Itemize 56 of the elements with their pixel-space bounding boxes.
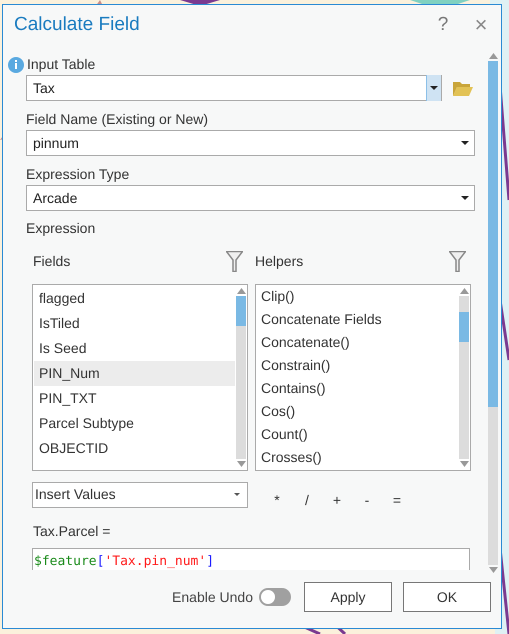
- scrollbar-thumb[interactable]: [488, 61, 498, 407]
- helper-item[interactable]: Concatenate(): [261, 331, 458, 354]
- operator-button[interactable]: +: [322, 490, 352, 511]
- dropdown-button[interactable]: [426, 75, 441, 101]
- operator-button[interactable]: =: [382, 490, 412, 511]
- field-item[interactable]: Parcel Subtype: [34, 411, 235, 436]
- field-label: Field Name (Existing or New): [26, 110, 210, 128]
- field-item[interactable]: PIN_TXT: [34, 386, 235, 411]
- helper-item[interactable]: Clip(): [261, 285, 458, 308]
- dialog-button[interactable]: Apply: [304, 582, 392, 612]
- helper-item[interactable]: Cos(): [261, 400, 458, 423]
- caret-icon: [461, 196, 469, 200]
- scroll-up-icon[interactable]: [460, 288, 468, 294]
- scroll-up-icon[interactable]: [488, 53, 498, 59]
- filter-icon[interactable]: [449, 250, 466, 272]
- field-item[interactable]: OBJECTID: [34, 436, 235, 461]
- enable-undo-toggle[interactable]: [259, 588, 291, 606]
- folder-icon[interactable]: [453, 80, 473, 96]
- input-table-combobox[interactable]: Tax: [26, 75, 442, 101]
- scrollbar-thumb[interactable]: [459, 312, 469, 342]
- window-title: Calculate Field: [14, 12, 140, 37]
- helper-item[interactable]: Count(): [261, 423, 458, 446]
- caret-icon: [430, 86, 438, 90]
- helper-item[interactable]: Concatenate Fields: [261, 308, 458, 331]
- info-icon: [8, 57, 24, 73]
- panel-label: Fields: [33, 252, 70, 270]
- field-item[interactable]: IsTiled: [34, 311, 235, 336]
- scroll-down-icon[interactable]: [488, 567, 498, 573]
- field-label: Expression Type: [26, 165, 130, 183]
- scroll-down-icon[interactable]: [236, 461, 246, 467]
- field-name-select[interactable]: pinnum: [26, 130, 475, 156]
- expression-editor[interactable]: $feature['Tax.pin_num']: [32, 548, 470, 570]
- caret-icon: [461, 141, 469, 145]
- field-item[interactable]: flagged: [34, 286, 235, 311]
- scrollbar-thumb[interactable]: [236, 296, 246, 326]
- insert-values-select[interactable]: Insert Values: [32, 482, 248, 508]
- target-label: Tax.Parcel =: [33, 522, 112, 541]
- dialog-button[interactable]: OK: [403, 582, 491, 612]
- operator-button[interactable]: *: [262, 490, 292, 511]
- panel-label: Helpers: [255, 252, 304, 271]
- caret-icon: [234, 493, 240, 496]
- expression-type-select[interactable]: Arcade: [26, 185, 475, 211]
- helper-item[interactable]: Contains(): [261, 377, 458, 400]
- field-label: Expression: [26, 219, 96, 237]
- helper-item[interactable]: Constrain(): [261, 354, 458, 377]
- field-label: Input Table: [27, 55, 96, 73]
- toggle-label: Enable Undo: [172, 588, 253, 606]
- scroll-down-icon[interactable]: [460, 461, 468, 467]
- filter-icon[interactable]: [226, 250, 243, 272]
- helper-item[interactable]: Crosses(): [261, 446, 458, 469]
- scroll-up-icon[interactable]: [236, 288, 246, 294]
- operator-button[interactable]: /: [292, 490, 322, 511]
- field-item[interactable]: PIN_Num: [34, 361, 235, 386]
- operator-button[interactable]: -: [352, 490, 382, 511]
- field-item[interactable]: Is Seed: [34, 336, 235, 361]
- help-button[interactable]: ?: [433, 10, 453, 40]
